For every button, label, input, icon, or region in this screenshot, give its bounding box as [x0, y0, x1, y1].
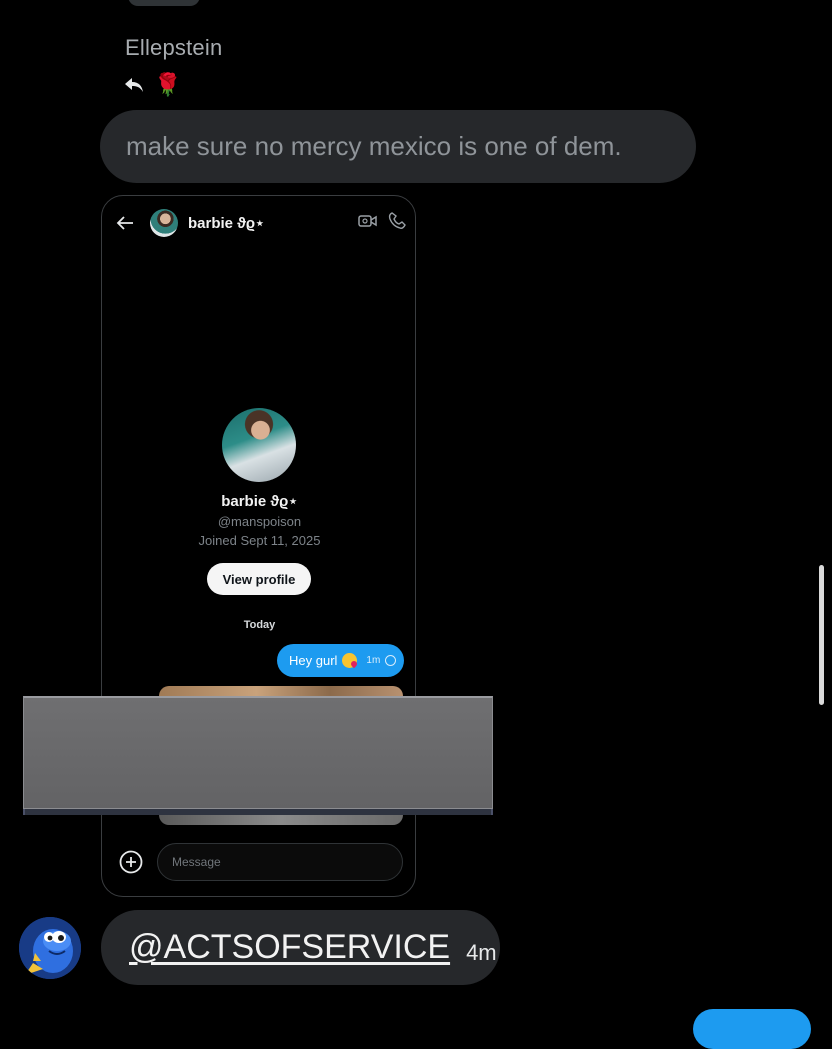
contact-avatar — [150, 209, 178, 237]
delivered-check-icon — [385, 655, 397, 666]
message-text: make sure no mercy mexico is one of dem. — [126, 131, 622, 161]
reply-icon[interactable] — [124, 76, 144, 94]
kissing-face-icon — [342, 653, 358, 668]
day-separator: Today — [243, 619, 276, 631]
scrollbar-thumb[interactable] — [819, 565, 824, 705]
sender-name: Ellepstein — [125, 35, 223, 60]
sent-message-text: Hey gurl — [289, 653, 338, 668]
redaction-overlay — [23, 696, 493, 809]
mention-link[interactable]: @ACTSOFSERVICE — [129, 928, 450, 967]
mention-message-bubble[interactable]: @ACTSOFSERVICE 4m — [101, 910, 500, 985]
message-timestamp: 4m — [466, 939, 497, 965]
profile-avatar — [222, 408, 296, 482]
video-call-icon — [358, 213, 378, 234]
contact-name: barbie ϑϱ⋆ — [188, 215, 265, 232]
message-placeholder: Message — [172, 855, 221, 869]
profile-joined-date: Joined Sept 11, 2025 — [198, 533, 321, 548]
profile-name: barbie ϑϱ⋆ — [221, 493, 298, 510]
phone-icon — [388, 211, 406, 235]
message-bubble[interactable]: make sure no mercy mexico is one of dem. — [100, 110, 696, 183]
reaction-row: 🌹 — [124, 70, 181, 100]
rose-reaction-icon[interactable]: 🌹 — [154, 74, 181, 96]
screenshot-header: barbie ϑϱ⋆ — [116, 208, 406, 238]
outgoing-message-bubble-partial — [693, 1009, 811, 1049]
media-preview-bottom — [159, 811, 403, 825]
previous-message-bubble — [128, 0, 200, 6]
message-input: Message — [157, 843, 403, 881]
sent-message-bubble: Hey gurl 1m — [277, 644, 404, 677]
fish-avatar[interactable] — [19, 917, 81, 979]
sent-message-time: 1m — [366, 655, 381, 666]
view-profile-button: View profile — [207, 563, 311, 595]
back-arrow-icon — [116, 212, 138, 234]
add-media-icon — [119, 850, 143, 874]
profile-handle: @manspoison — [217, 514, 302, 529]
